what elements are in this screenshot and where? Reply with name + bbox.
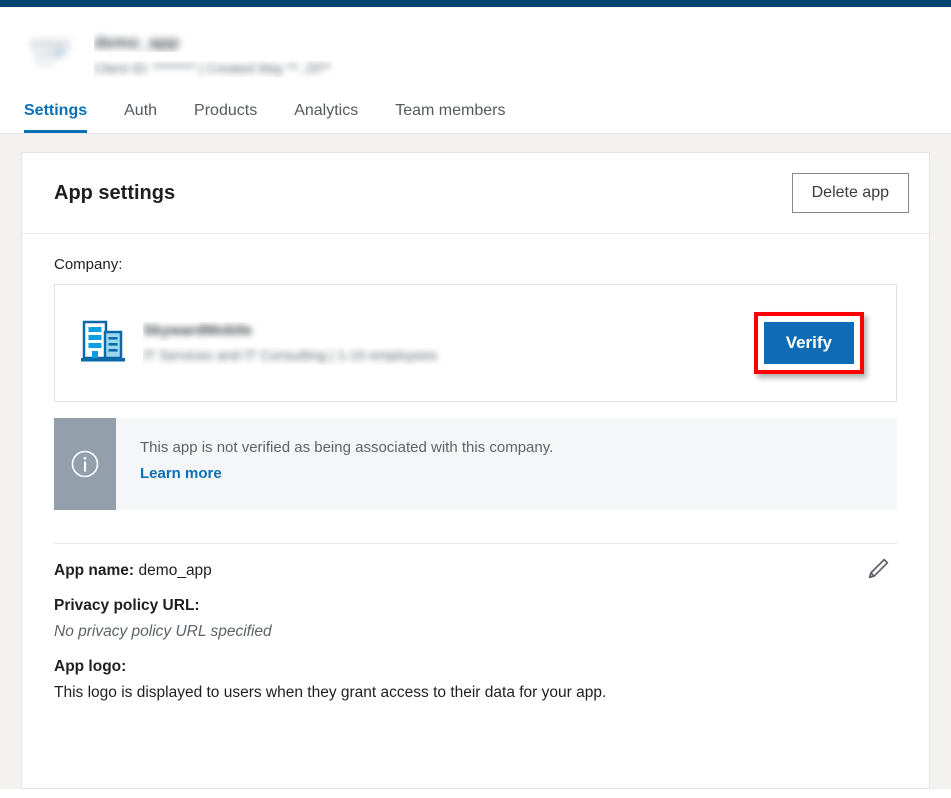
company-description-text: IT Services and IT Consulting | 1-10 emp…	[143, 346, 438, 363]
privacy-policy-key: Privacy policy URL:	[54, 597, 200, 614]
page-body: App settings Delete app Company: Skyward…	[0, 134, 951, 789]
privacy-policy-value: No privacy policy URL specified	[54, 623, 272, 640]
company-name: SkywardMobile	[143, 322, 343, 341]
company-description: IT Services and IT Consulting | 1-10 emp…	[143, 347, 533, 365]
tab-products[interactable]: Products	[194, 103, 257, 133]
delete-app-button[interactable]: Delete app	[791, 173, 909, 213]
app-logo-thumbnail	[24, 30, 82, 76]
company-box: SkywardMobile IT Services and IT Consult…	[54, 284, 897, 402]
tab-settings[interactable]: Settings	[24, 103, 88, 133]
app-subtitle-text: Client ID: ******** | Created May **, 20…	[94, 61, 331, 76]
app-logo-row: App logo: This logo is displayed to user…	[54, 658, 897, 702]
tab-team-members[interactable]: Team members	[395, 103, 505, 133]
app-subtitle: Client ID: ******** | Created May **, 20…	[94, 61, 444, 78]
app-logo-key: App logo:	[54, 658, 127, 675]
app-details-section: App name: demo_app Privacy policy URL: N…	[54, 544, 897, 702]
page-title: App settings	[54, 181, 176, 204]
tab-analytics[interactable]: Analytics	[294, 103, 358, 133]
verify-button-highlight: Verify	[753, 312, 864, 374]
app-name-key: App name:	[54, 562, 135, 579]
building-icon	[81, 318, 125, 369]
app-settings-card: App settings Delete app Company: Skyward…	[21, 152, 930, 789]
tab-auth[interactable]: Auth	[124, 103, 157, 133]
company-name-text: SkywardMobile	[143, 321, 253, 339]
app-name-value: demo_app	[138, 562, 212, 579]
app-logo-note: This logo is displayed to users when the…	[54, 684, 607, 701]
app-header: demo_app Client ID: ******** | Created M…	[0, 7, 951, 78]
card-header: App settings Delete app	[22, 153, 929, 234]
privacy-policy-row: Privacy policy URL: No privacy policy UR…	[54, 597, 897, 641]
tab-bar: Settings Auth Products Analytics Team me…	[0, 78, 951, 134]
verify-button[interactable]: Verify	[763, 322, 854, 364]
company-label: Company:	[54, 256, 123, 273]
info-circle-icon	[54, 418, 116, 510]
top-accent-bar	[0, 0, 951, 7]
info-banner-message: This app is not verified as being associ…	[140, 439, 554, 456]
app-name-row: App name: demo_app	[54, 562, 897, 580]
learn-more-link[interactable]: Learn more	[140, 465, 222, 482]
app-title: demo_app	[94, 31, 244, 52]
verification-info-banner: This app is not verified as being associ…	[54, 418, 897, 510]
app-title-text: demo_app	[94, 33, 180, 52]
pencil-icon[interactable]	[861, 552, 895, 586]
